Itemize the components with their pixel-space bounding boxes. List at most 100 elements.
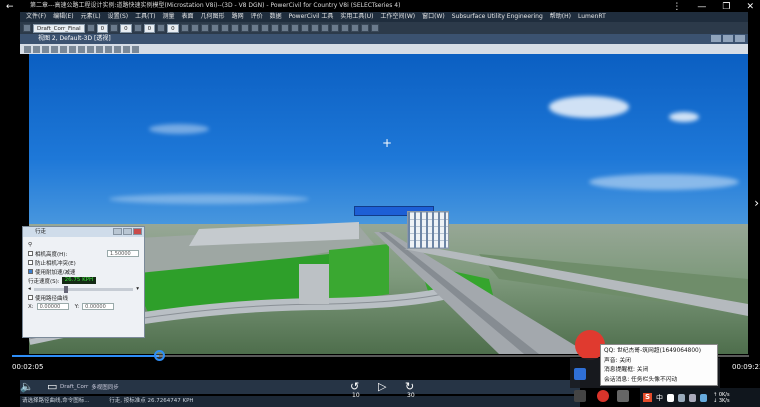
- line-weight-icon[interactable]: [133, 24, 142, 32]
- shield-icon[interactable]: [574, 368, 586, 380]
- tool-icon[interactable]: [250, 24, 259, 32]
- tool-icon[interactable]: [320, 24, 329, 32]
- play-icon[interactable]: ▷: [378, 380, 386, 393]
- menu-sue[interactable]: Subsurface Utility Engineering: [452, 12, 543, 22]
- tool-icon[interactable]: [200, 24, 209, 32]
- menu-help[interactable]: 帮助(H): [550, 12, 571, 22]
- tool-icon[interactable]: [260, 24, 269, 32]
- menu-file[interactable]: 文件(F): [26, 12, 46, 22]
- tool-icon[interactable]: [310, 24, 319, 32]
- update-view-icon[interactable]: [42, 45, 49, 53]
- menu-geometry[interactable]: 几何图形: [201, 12, 225, 22]
- tool-icon[interactable]: [360, 24, 369, 32]
- path-checkbox[interactable]: [28, 295, 33, 300]
- screen-icon[interactable]: [574, 390, 586, 402]
- walk-dialog-titlebar[interactable]: 行走: [23, 227, 144, 237]
- camera-height-input[interactable]: 1.50000: [107, 250, 139, 257]
- menu-workspace[interactable]: 工作空间(W): [380, 12, 415, 22]
- tool-icon[interactable]: [330, 24, 339, 32]
- line-weight-number[interactable]: 0: [143, 23, 156, 33]
- subtitle-icon[interactable]: ▭: [47, 380, 57, 393]
- maximize-icon[interactable]: ❐: [722, 1, 730, 12]
- tool-icon[interactable]: [280, 24, 289, 32]
- transparency-number[interactable]: 0: [167, 23, 179, 33]
- menu-terrain[interactable]: 表面: [182, 12, 194, 22]
- menu-roadway[interactable]: 路网: [232, 12, 244, 22]
- view-attributes-icon[interactable]: [24, 45, 31, 53]
- more-icon[interactable]: ⋮: [672, 1, 681, 12]
- next-view-icon[interactable]: [114, 45, 121, 53]
- app-icon[interactable]: [597, 390, 609, 402]
- y-input[interactable]: 0.00000: [82, 303, 115, 310]
- menu-tools[interactable]: 工具(T): [135, 12, 155, 22]
- ime-lang[interactable]: 中: [656, 393, 663, 403]
- menu-element[interactable]: 元素(L): [81, 12, 101, 22]
- maximize-icon[interactable]: [123, 228, 132, 235]
- menu-settings[interactable]: 设置(S): [108, 12, 129, 22]
- walk-tool-icon[interactable]: ⚲: [28, 242, 32, 248]
- tool-icon[interactable]: [240, 24, 249, 32]
- back-arrow-icon[interactable]: ←: [6, 0, 14, 12]
- ime-logo[interactable]: S: [643, 393, 653, 402]
- transparency-icon[interactable]: [157, 24, 166, 32]
- slider-dropdown-icon[interactable]: ▾: [136, 286, 139, 292]
- line-style-number[interactable]: 0: [120, 23, 132, 33]
- level-select[interactable]: Draft_Corr_Final: [33, 23, 85, 33]
- display-style-icon[interactable]: [33, 45, 40, 53]
- tool-icon[interactable]: [290, 24, 299, 32]
- minimize-icon[interactable]: —: [697, 1, 706, 12]
- tool-icon[interactable]: [180, 24, 189, 32]
- menu-lumenrt[interactable]: LumenRT: [578, 12, 606, 22]
- x-input[interactable]: 0.00000: [36, 303, 69, 310]
- view-minimize-icon[interactable]: [711, 35, 721, 42]
- tool-icon[interactable]: [270, 24, 279, 32]
- zoom-out-icon[interactable]: [60, 45, 67, 53]
- app-icon[interactable]: [617, 390, 629, 402]
- volume-icon[interactable]: 🔈: [20, 380, 34, 393]
- color-number[interactable]: 0: [96, 23, 109, 33]
- collision-checkbox[interactable]: [28, 260, 33, 265]
- view-close-icon[interactable]: [735, 35, 745, 42]
- camera-height-checkbox[interactable]: [28, 251, 33, 256]
- previous-view-icon[interactable]: [105, 45, 112, 53]
- tool-icon[interactable]: [300, 24, 309, 32]
- minimize-icon[interactable]: [113, 228, 122, 235]
- view-maximize-icon[interactable]: [723, 35, 733, 42]
- close-icon[interactable]: [133, 228, 142, 235]
- speed-slider[interactable]: [33, 285, 134, 293]
- keyboard-icon[interactable]: [678, 393, 686, 402]
- tool-icon[interactable]: [230, 24, 239, 32]
- menu-window[interactable]: 窗口(W): [422, 12, 445, 22]
- menu-utilities[interactable]: 实用工具(U): [340, 12, 373, 22]
- slider-left-arrow-icon[interactable]: ◂: [28, 286, 31, 292]
- fit-view-icon[interactable]: [78, 45, 85, 53]
- tool-icon[interactable]: [220, 24, 229, 32]
- mic-icon[interactable]: [689, 393, 697, 402]
- acceleration-checkbox[interactable]: [28, 269, 33, 274]
- window-area-icon[interactable]: [69, 45, 76, 53]
- progress-knob[interactable]: [154, 350, 166, 361]
- speed-slider-thumb[interactable]: [63, 285, 68, 293]
- zoom-in-icon[interactable]: [51, 45, 58, 53]
- close-icon[interactable]: ✕: [746, 1, 754, 12]
- line-style-icon[interactable]: [110, 24, 119, 32]
- rotate-view-icon[interactable]: [87, 45, 94, 53]
- menu-evaluation[interactable]: 评价: [251, 12, 263, 22]
- tool-icon[interactable]: [190, 24, 199, 32]
- color-icon[interactable]: [86, 24, 95, 32]
- menu-powercivil-tools[interactable]: PowerCivil 工具: [289, 12, 334, 22]
- next-arrow-icon[interactable]: ›: [754, 196, 759, 210]
- menu-edit[interactable]: 编辑(E): [53, 12, 73, 22]
- tool-icon[interactable]: [370, 24, 379, 32]
- camera-icon[interactable]: [123, 45, 130, 53]
- network-icon[interactable]: [700, 393, 708, 402]
- clip-volume-icon[interactable]: [132, 45, 139, 53]
- tool-icon[interactable]: [350, 24, 359, 32]
- menu-data[interactable]: 数据: [270, 12, 282, 22]
- level-icon[interactable]: [23, 24, 31, 32]
- moon-icon[interactable]: [667, 393, 675, 402]
- tool-icon[interactable]: [210, 24, 219, 32]
- tool-icon[interactable]: [340, 24, 349, 32]
- menu-survey[interactable]: 测量: [163, 12, 175, 22]
- pan-view-icon[interactable]: [96, 45, 103, 53]
